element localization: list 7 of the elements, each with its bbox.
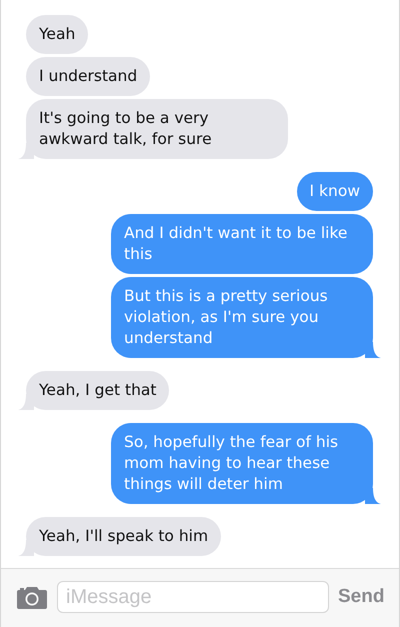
message-input-field[interactable]: iMessage <box>57 581 329 613</box>
message-bubble: Yeah <box>26 15 88 54</box>
message-bubble: And I didn't want it to be like this <box>111 214 373 274</box>
message-bubble: I know <box>296 172 373 211</box>
send-button[interactable]: Send <box>338 586 384 608</box>
message-bubble: I understand <box>26 57 150 96</box>
camera-icon[interactable] <box>16 585 48 609</box>
